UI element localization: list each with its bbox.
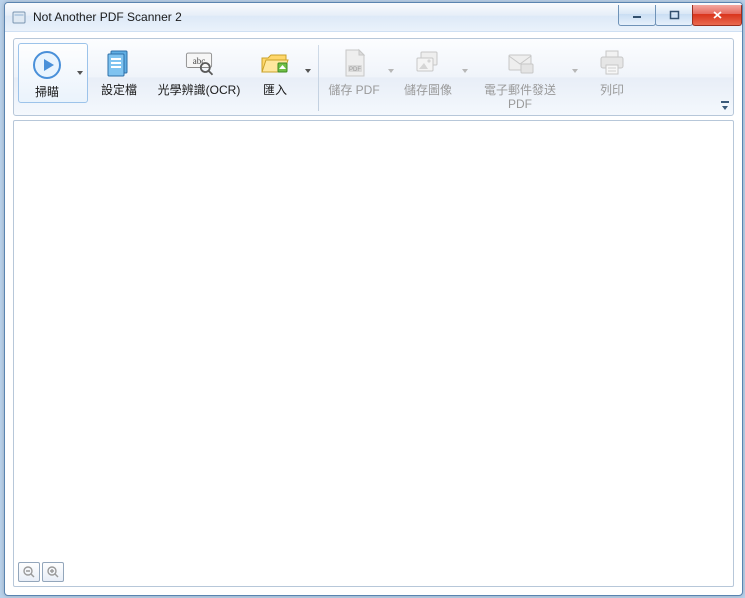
minimize-button[interactable] bbox=[618, 5, 656, 26]
profiles-label: 設定檔 bbox=[101, 83, 137, 97]
save-pdf-label: 儲存 PDF bbox=[328, 83, 379, 97]
chevron-down-icon bbox=[305, 69, 311, 73]
profiles-button[interactable]: 設定檔 bbox=[88, 43, 150, 99]
import-button[interactable]: 匯入 bbox=[248, 43, 302, 99]
email-pdf-dropdown bbox=[569, 43, 581, 99]
import-icon bbox=[257, 45, 293, 81]
titlebar[interactable]: Not Another PDF Scanner 2 bbox=[5, 3, 742, 32]
zoom-in-button bbox=[42, 562, 64, 582]
scan-label: 掃瞄 bbox=[35, 85, 59, 99]
images-icon bbox=[410, 45, 446, 81]
document-area[interactable] bbox=[13, 120, 734, 587]
save-image-button: 儲存圖像 bbox=[397, 43, 459, 99]
ocr-icon: abc bbox=[181, 45, 217, 81]
close-button[interactable] bbox=[692, 5, 742, 26]
email-pdf-label: 電子郵件發送 PDF bbox=[475, 83, 565, 111]
profiles-icon bbox=[101, 45, 137, 81]
scan-icon bbox=[29, 47, 65, 83]
save-image-dropdown bbox=[459, 43, 471, 99]
toolbar: 掃瞄 設定檔 abc bbox=[13, 38, 734, 116]
import-dropdown[interactable] bbox=[302, 43, 314, 99]
print-button: 列印 bbox=[581, 43, 643, 99]
zoom-out-button bbox=[18, 562, 40, 582]
toolbar-overflow-button[interactable] bbox=[719, 99, 731, 113]
app-window: Not Another PDF Scanner 2 bbox=[4, 2, 743, 596]
email-icon bbox=[502, 45, 538, 81]
maximize-button[interactable] bbox=[655, 5, 693, 26]
window-title: Not Another PDF Scanner 2 bbox=[33, 10, 182, 24]
save-image-label: 儲存圖像 bbox=[404, 83, 452, 97]
toolbar-separator bbox=[318, 45, 319, 111]
chevron-down-icon bbox=[572, 69, 578, 73]
app-icon bbox=[11, 9, 27, 25]
pdf-icon: PDF bbox=[336, 45, 372, 81]
chevron-down-icon bbox=[462, 69, 468, 73]
zoom-controls bbox=[18, 562, 64, 582]
email-pdf-button-group: 電子郵件發送 PDF bbox=[471, 43, 581, 113]
ocr-button[interactable]: abc 光學辨識(OCR) bbox=[150, 43, 248, 99]
chevron-down-icon bbox=[77, 71, 83, 75]
scan-button[interactable]: 掃瞄 bbox=[20, 45, 74, 101]
scan-dropdown[interactable] bbox=[74, 45, 86, 101]
save-pdf-button-group: PDF 儲存 PDF bbox=[323, 43, 397, 99]
save-image-button-group: 儲存圖像 bbox=[397, 43, 471, 99]
print-label: 列印 bbox=[600, 83, 624, 97]
ocr-label: 光學辨識(OCR) bbox=[158, 83, 241, 97]
save-pdf-dropdown bbox=[385, 43, 397, 99]
scan-button-group: 掃瞄 bbox=[18, 43, 88, 103]
import-button-group: 匯入 bbox=[248, 43, 314, 99]
save-pdf-button: PDF 儲存 PDF bbox=[323, 43, 385, 99]
window-controls bbox=[619, 5, 742, 25]
email-pdf-button: 電子郵件發送 PDF bbox=[471, 43, 569, 113]
import-label: 匯入 bbox=[263, 83, 287, 97]
printer-icon bbox=[594, 45, 630, 81]
svg-text:PDF: PDF bbox=[349, 67, 361, 73]
chevron-down-icon bbox=[388, 69, 394, 73]
